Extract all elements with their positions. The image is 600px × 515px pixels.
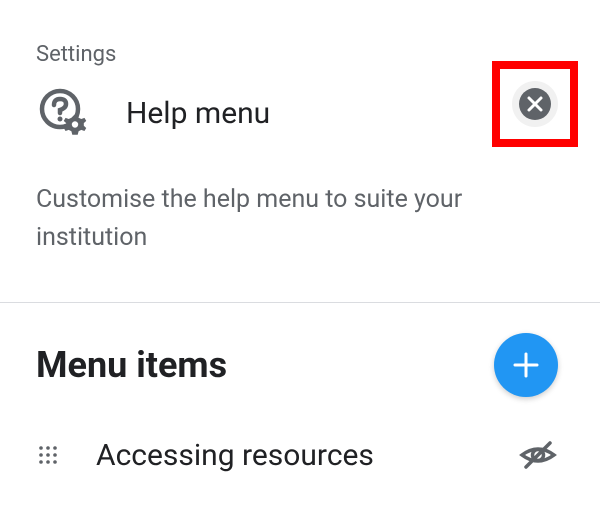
section-header: Menu items	[0, 303, 600, 397]
item-label: Accessing resources	[96, 438, 518, 473]
help-gear-icon	[36, 85, 92, 141]
header-row: Help menu	[0, 67, 600, 141]
visibility-toggle[interactable]	[518, 435, 558, 475]
description-text: Customise the help menu to suite your in…	[0, 141, 600, 256]
page-title: Help menu	[126, 96, 270, 131]
section-title: Menu items	[36, 344, 227, 386]
close-icon	[519, 88, 551, 120]
list-item: Accessing resources	[0, 397, 600, 475]
eye-off-icon	[518, 440, 558, 470]
add-button[interactable]	[494, 333, 558, 397]
close-highlight-box	[492, 61, 578, 147]
breadcrumb: Settings	[0, 0, 600, 67]
plus-icon	[511, 350, 541, 380]
close-button[interactable]	[512, 81, 558, 127]
drag-handle-icon[interactable]	[36, 443, 60, 467]
